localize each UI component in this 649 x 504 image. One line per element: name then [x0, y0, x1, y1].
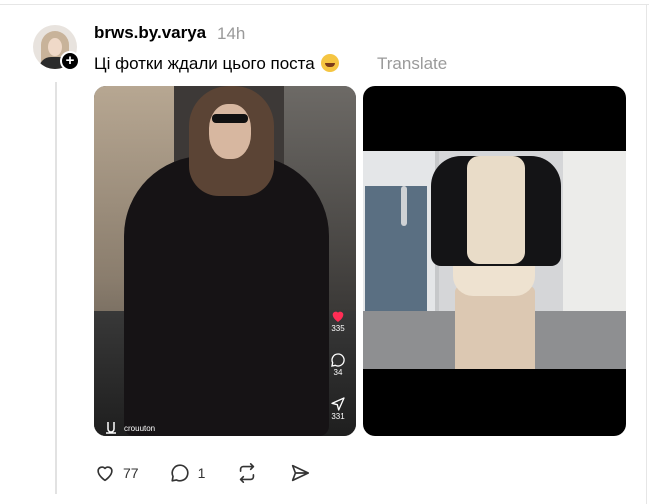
video-comment-count: 34	[333, 368, 343, 377]
comment-icon	[331, 353, 345, 367]
avatar-container[interactable]: +	[33, 25, 80, 71]
follow-plus-icon[interactable]: +	[60, 51, 80, 71]
heart-icon	[97, 466, 113, 482]
post-text-content: Ці фотки ждали цього поста	[94, 54, 315, 73]
post-text: Ці фотки ждали цього поста	[94, 54, 339, 74]
post-actions: 77 1	[94, 461, 311, 485]
video-author-name: crouuton	[124, 423, 156, 433]
thread-line	[55, 82, 57, 494]
video-comment-stat: 34	[330, 352, 346, 377]
reply-count: 1	[197, 465, 206, 481]
reply-button[interactable]: 1	[169, 462, 206, 484]
repost-icon	[240, 463, 255, 483]
comment-icon	[170, 464, 189, 482]
post-media-photo[interactable]	[363, 86, 626, 436]
share-icon	[331, 397, 345, 411]
video-share-stat: 331	[330, 396, 346, 421]
party-face-emoji-icon	[320, 54, 339, 72]
top-divider	[0, 4, 649, 5]
mute-icon	[106, 422, 116, 434]
heart-icon	[332, 311, 344, 322]
right-divider	[646, 4, 647, 504]
video-like-count: 335	[331, 324, 345, 333]
username[interactable]: brws.by.varya	[94, 23, 206, 43]
send-button[interactable]	[289, 462, 311, 484]
video-author: crouuton	[106, 422, 155, 434]
post-media-video[interactable]: 335 34 331 crouuton	[94, 86, 356, 436]
like-button[interactable]: 77	[94, 462, 139, 484]
video-like-stat: 335	[330, 308, 346, 333]
translate-button[interactable]: Translate	[377, 54, 447, 74]
send-icon	[292, 464, 310, 482]
like-count: 77	[123, 465, 139, 481]
timestamp[interactable]: 14h	[217, 24, 245, 44]
repost-button[interactable]	[235, 462, 259, 484]
video-share-count: 331	[331, 412, 345, 421]
